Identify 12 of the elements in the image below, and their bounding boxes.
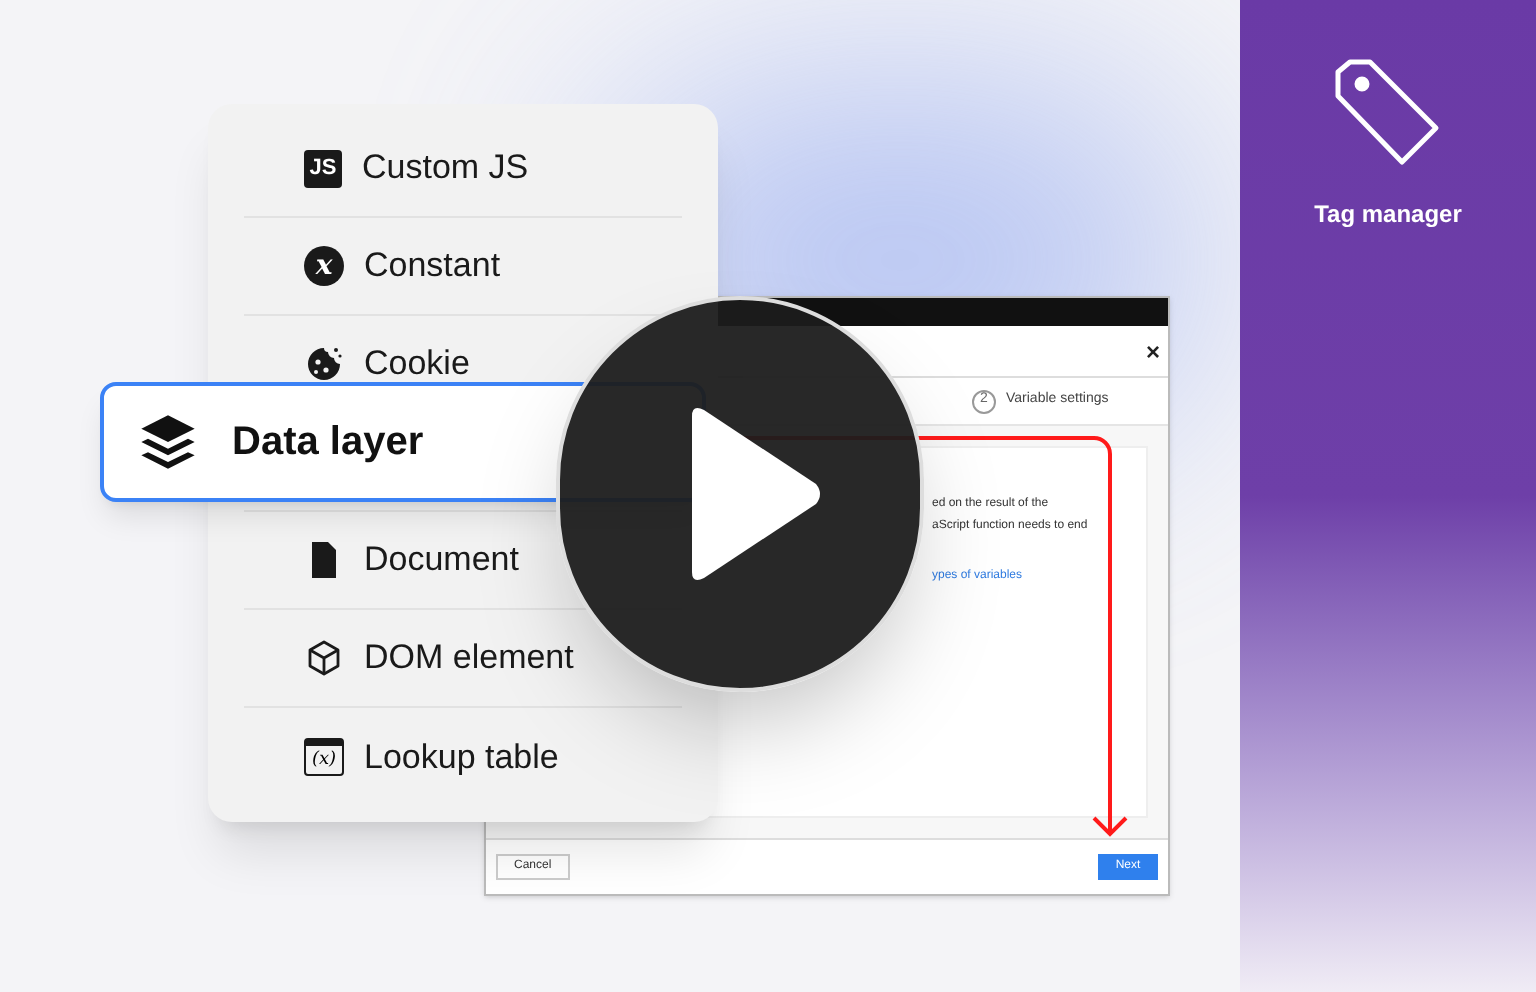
menu-item[interactable]: (x) Lookup table [244,708,682,806]
cookie-icon [304,344,344,384]
function-icon: (x) [304,738,344,776]
cube-icon [304,638,344,678]
menu-item-label: Data layer [232,418,424,468]
menu-item[interactable]: x Constant [244,218,682,316]
variable-icon: x [304,246,344,286]
panel-title: Tag manager [1314,198,1462,232]
menu-item[interactable]: JS Custom JS [244,120,682,218]
close-button[interactable]: × [1145,339,1160,363]
js-logo-icon: JS [304,149,342,187]
layers-icon [136,410,200,474]
